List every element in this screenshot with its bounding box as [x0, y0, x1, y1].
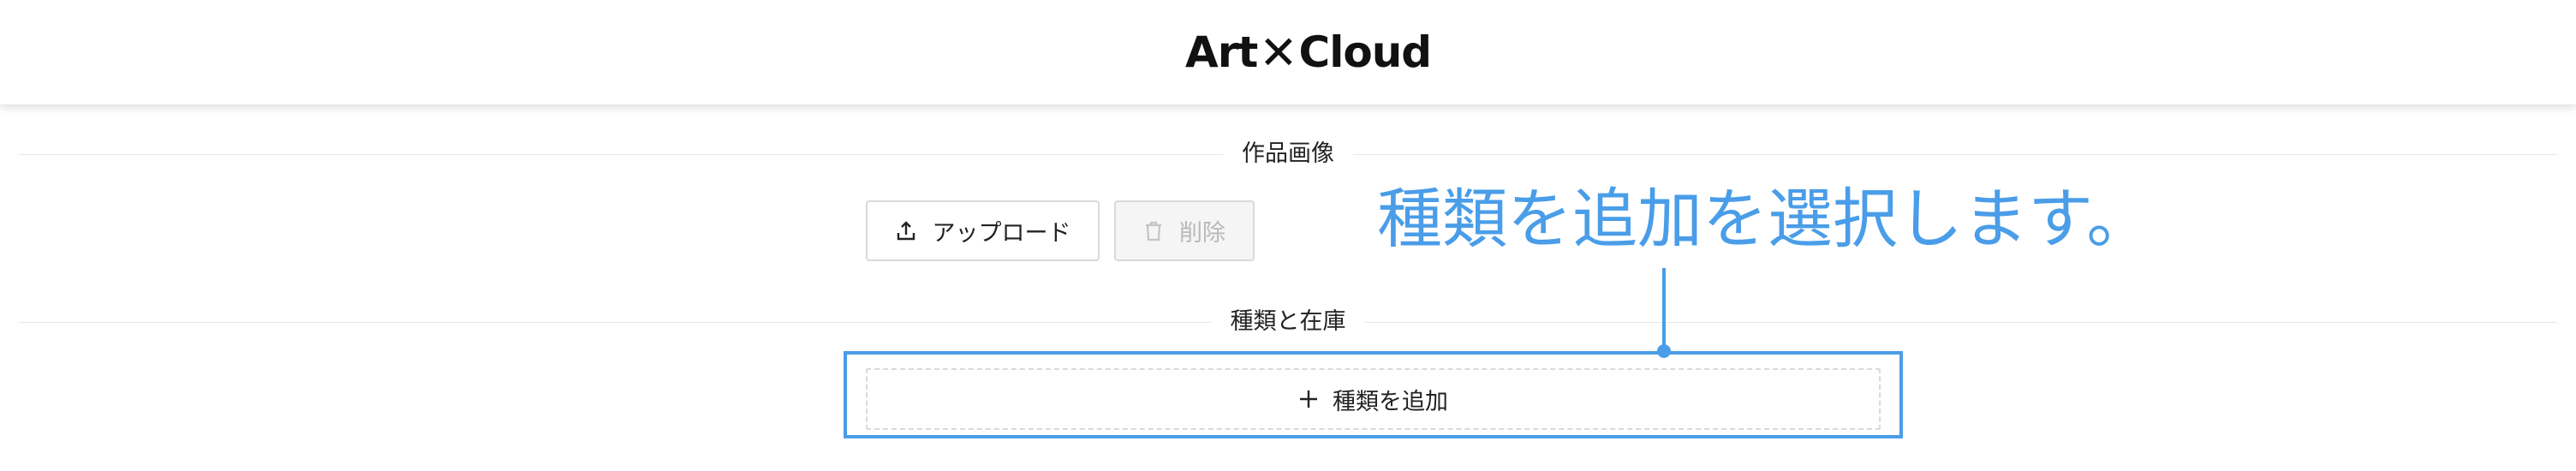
artxcloud-logo[interactable]: Art ✕ Cloud	[1185, 25, 1432, 80]
delete-button-label: 削除	[1179, 220, 1225, 247]
upload-button-label: アップロード	[932, 220, 1071, 247]
logo-text-cloud: Cloud	[1298, 27, 1433, 77]
annotation-pointer-dot	[1657, 344, 1671, 358]
add-variant-button[interactable]: 種類を追加	[866, 368, 1881, 430]
add-variant-button-label: 種類を追加	[1333, 388, 1448, 415]
variants-section-title: 種類と在庫	[1211, 307, 1365, 337]
images-section-title: 作品画像	[1223, 139, 1353, 170]
upload-icon	[895, 220, 917, 242]
top-header: Art ✕ Cloud	[0, 0, 2576, 105]
annotation-pointer-line	[1662, 268, 1666, 351]
trash-icon	[1143, 220, 1164, 242]
plus-icon	[1298, 389, 1319, 409]
delete-button[interactable]: 削除	[1114, 200, 1255, 261]
logo-x-mark: ✕	[1259, 25, 1297, 80]
upload-button[interactable]: アップロード	[866, 200, 1100, 261]
instruction-annotation: 種類を追加を選択します。	[1377, 181, 2152, 257]
logo-text-art: Art	[1185, 27, 1258, 77]
page-root: Art ✕ Cloud 作品画像 アップロード 削除 種類と在庫 種類を追加 種…	[0, 0, 2576, 471]
